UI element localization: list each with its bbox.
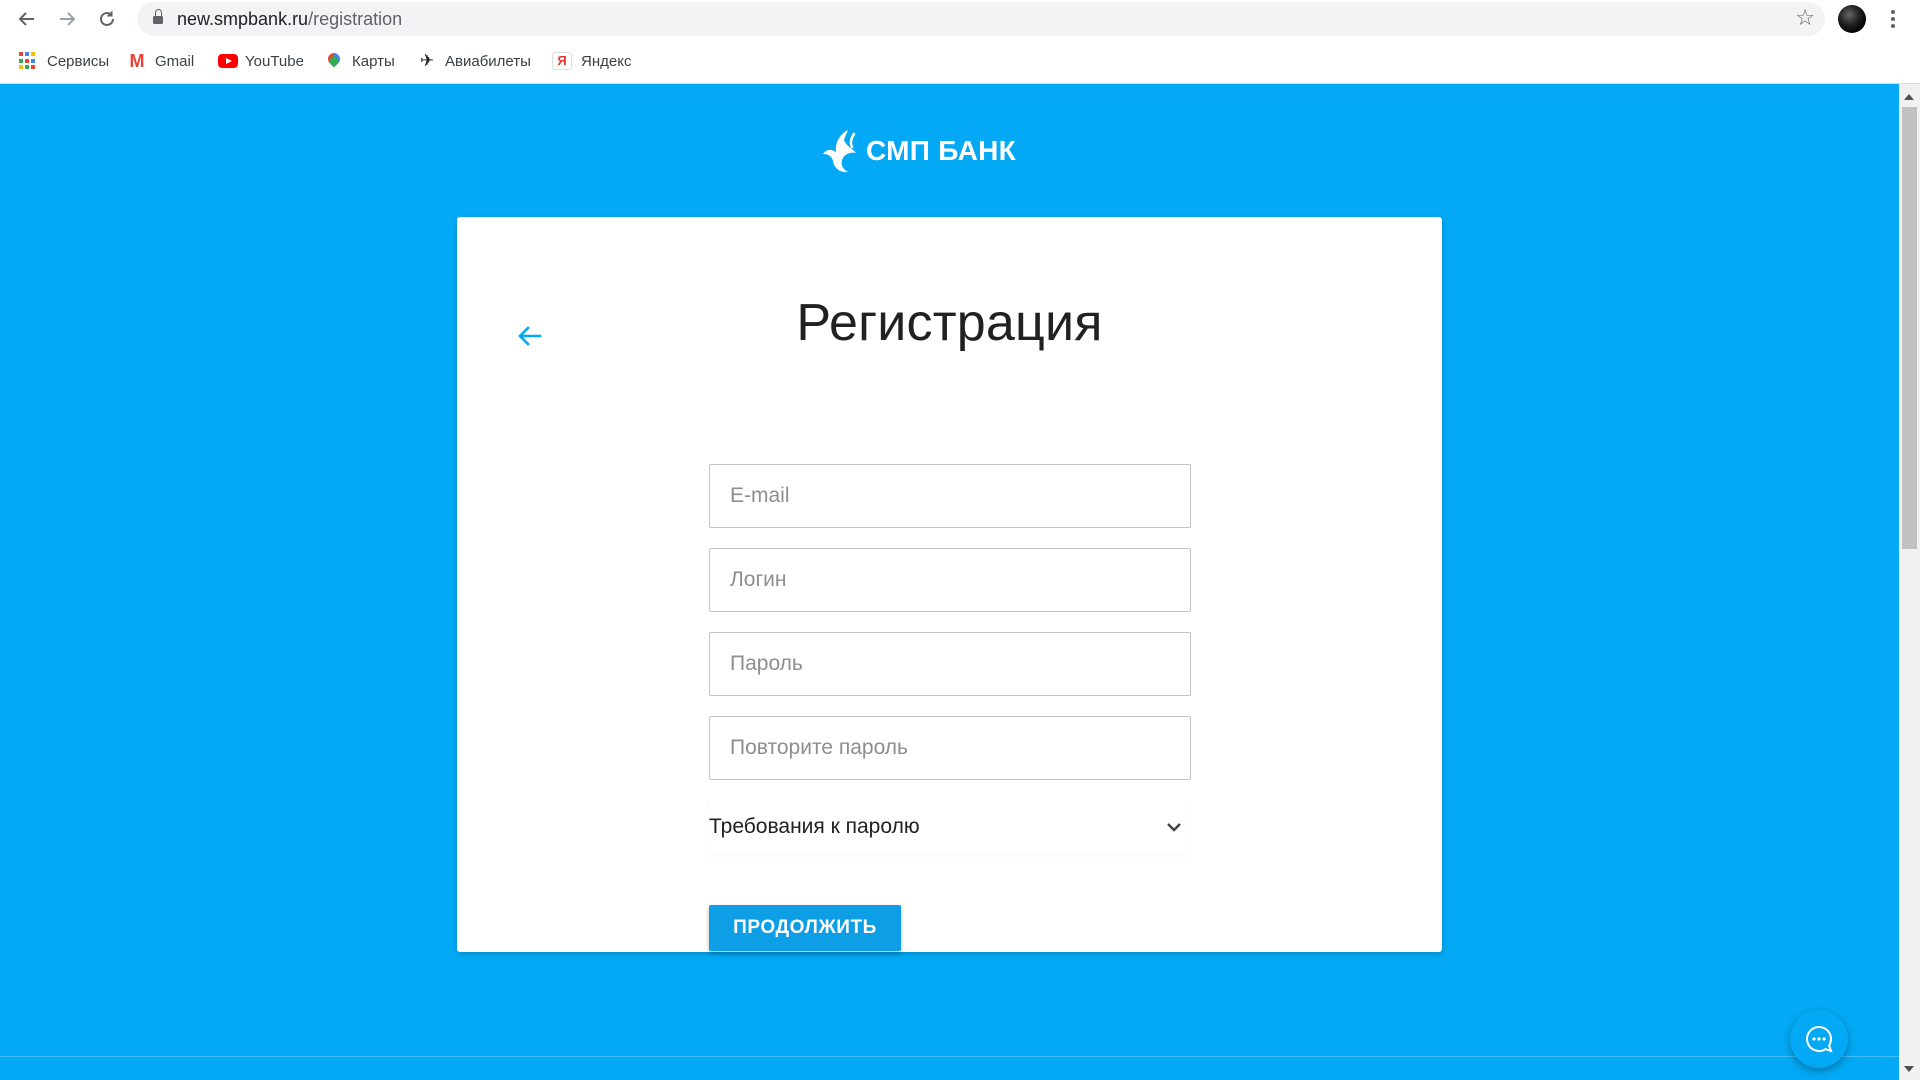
bookmarks-bar: Сервисы M Gmail YouTube Карты ✈ Авиабиле…: [0, 38, 1920, 84]
repeat-password-field[interactable]: [709, 716, 1191, 780]
browser-menu-icon[interactable]: [1888, 6, 1898, 32]
bookmark-label: Карты: [352, 52, 395, 70]
bookmark-label: Яндекс: [581, 52, 632, 70]
bookmark-label: Сервисы: [47, 52, 110, 70]
bookmark-label: Gmail: [155, 52, 195, 70]
chat-bubble-icon: [1806, 1025, 1833, 1053]
requirements-label: Требования к паролю: [709, 815, 920, 838]
bookmark-gmail[interactable]: M Gmail: [128, 50, 195, 72]
back-nav-icon[interactable]: [12, 4, 42, 34]
email-input[interactable]: [710, 465, 1190, 527]
scroll-thumb[interactable]: [1902, 107, 1917, 549]
gmail-icon: M: [129, 51, 145, 71]
bookmark-services[interactable]: Сервисы: [18, 50, 109, 72]
yandex-icon: Я: [552, 52, 572, 70]
footer-divider: [0, 1056, 1899, 1057]
reload-icon[interactable]: [92, 4, 122, 34]
address-bar[interactable]: new.smpbank.ru/registration ☆: [137, 2, 1825, 36]
email-field[interactable]: [709, 464, 1191, 528]
url-text: new.smpbank.ru/registration: [177, 9, 403, 29]
page-title: Регистрация: [796, 294, 1103, 352]
logo-text: СМП БАНК: [866, 135, 1017, 166]
scroll-down-arrow-icon[interactable]: [1904, 1066, 1914, 1072]
profile-avatar[interactable]: [1838, 5, 1866, 33]
airplane-icon: ✈: [419, 51, 435, 70]
forward-nav-icon[interactable]: [52, 4, 82, 34]
page-scrollbar[interactable]: [1899, 84, 1920, 1080]
bookmark-label: YouTube: [245, 52, 304, 70]
lock-icon: [153, 9, 163, 25]
scroll-up-arrow-icon[interactable]: [1904, 94, 1914, 100]
browser-toolbar: new.smpbank.ru/registration ☆: [0, 0, 1920, 38]
bookmark-maps[interactable]: Карты: [325, 50, 395, 72]
repeat-password-input[interactable]: [710, 717, 1190, 779]
login-field[interactable]: [709, 548, 1191, 612]
maps-pin-icon: [325, 50, 343, 70]
bookmark-star-icon[interactable]: ☆: [1795, 5, 1815, 31]
page-background: СМП БАНК Регистрация Требования к паролю…: [0, 84, 1899, 1080]
password-requirements-toggle[interactable]: Требования к паролю: [709, 799, 1191, 855]
registration-card: Регистрация Требования к паролю ПРОДОЛЖИ…: [457, 217, 1442, 952]
password-input[interactable]: [710, 633, 1190, 695]
youtube-icon: [218, 52, 238, 70]
apps-grid-icon: [18, 51, 38, 71]
bookmark-aviabilety[interactable]: ✈ Авиабилеты: [418, 50, 531, 72]
bank-logo[interactable]: СМП БАНК: [818, 126, 1016, 176]
bird-logo-icon: [823, 130, 856, 173]
chat-button[interactable]: [1790, 1010, 1848, 1068]
login-input[interactable]: [710, 549, 1190, 611]
continue-button[interactable]: ПРОДОЛЖИТЬ: [709, 905, 901, 951]
bookmark-yandex[interactable]: Я Яндекс: [552, 50, 631, 72]
chevron-down-icon: [1167, 823, 1181, 832]
password-field[interactable]: [709, 632, 1191, 696]
bookmark-label: Авиабилеты: [445, 52, 531, 70]
bookmark-youtube[interactable]: YouTube: [218, 50, 304, 72]
